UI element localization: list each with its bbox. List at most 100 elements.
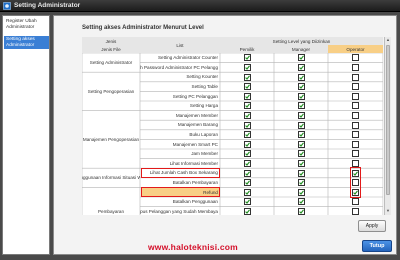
permission-checkbox[interactable] <box>297 207 305 215</box>
checkmark-icon <box>244 94 250 99</box>
operator-checkbox-highlight <box>350 167 361 198</box>
permission-checkbox[interactable] <box>243 198 251 206</box>
checkmark-icon <box>298 151 304 157</box>
access-table: Jenis Jenis File List Setting Level yang… <box>82 37 383 215</box>
checkmark-icon <box>244 142 250 147</box>
table-row-label: Batalkan Pembayaran <box>172 180 218 186</box>
header-level-operator: Operator <box>328 45 383 53</box>
permission-checkbox[interactable] <box>297 179 305 187</box>
permission-checkbox[interactable] <box>243 92 251 100</box>
table-scrollbar[interactable]: ▲ ▼ <box>384 37 391 215</box>
checkmark-icon <box>298 180 304 185</box>
permission-checkbox[interactable] <box>243 188 251 196</box>
permission-checkbox[interactable] <box>243 54 251 62</box>
permission-checkbox[interactable] <box>297 188 305 196</box>
permission-checkbox[interactable] <box>297 92 305 100</box>
checkmark-icon <box>244 84 250 89</box>
permission-checkbox[interactable] <box>243 63 251 71</box>
table-row-label: Setting PC Pelanggan <box>172 93 218 99</box>
header-list: List <box>140 37 220 53</box>
checkmark-icon <box>244 103 250 109</box>
checkmark-icon <box>244 74 250 80</box>
permission-checkbox[interactable] <box>243 131 251 139</box>
permission-checkbox[interactable] <box>243 159 251 167</box>
permission-checkbox[interactable] <box>352 131 359 139</box>
header-jenis-file: Jenis File <box>82 45 140 53</box>
permission-checkbox[interactable] <box>297 131 305 139</box>
checkmark-icon <box>298 65 304 70</box>
window-title: Setting Administrator <box>14 2 81 9</box>
checkmark-icon <box>298 103 304 109</box>
permission-checkbox[interactable] <box>297 121 305 129</box>
header-level-pemilik: Pemilik <box>220 45 274 53</box>
checkmark-icon <box>298 74 304 80</box>
permission-checkbox[interactable] <box>243 150 251 158</box>
refund-row-outline <box>141 187 220 197</box>
group-label: Manajemen Pengoperasian <box>82 136 140 142</box>
apply-button[interactable]: Apply <box>358 220 386 232</box>
checkmark-icon <box>244 170 250 176</box>
watermark-text: www.haloteknisi.com <box>148 242 238 252</box>
table-row-label: hapus Pelanggan yang Sudah Membaya <box>140 208 218 214</box>
table-row-label: Setting Administrator Counter <box>157 55 218 61</box>
checkmark-icon <box>298 132 304 137</box>
permission-checkbox[interactable] <box>352 73 359 81</box>
group-label: anggunaan Informasi Situasi Wa <box>82 175 140 181</box>
scroll-thumb[interactable] <box>386 45 390 195</box>
permission-checkbox[interactable] <box>243 179 251 187</box>
checkmark-icon <box>298 209 304 214</box>
group-label: Setting Administrator <box>89 60 133 66</box>
checkmark-icon <box>298 190 304 195</box>
permission-checkbox[interactable] <box>297 102 305 110</box>
checkmark-icon <box>244 55 250 61</box>
close-button[interactable]: Tutup <box>362 240 392 252</box>
permission-checkbox[interactable] <box>243 73 251 81</box>
header-level-manager: Manager <box>274 45 328 53</box>
permission-checkbox[interactable] <box>297 111 305 119</box>
permission-checkbox[interactable] <box>243 207 251 215</box>
sidebar-item-admin-access[interactable]: Setting akses Administrator <box>4 36 49 50</box>
checkmark-icon <box>244 113 250 118</box>
permission-checkbox[interactable] <box>352 140 359 148</box>
permission-checkbox[interactable] <box>352 92 359 100</box>
permission-checkbox[interactable] <box>352 198 359 206</box>
permission-checkbox[interactable] <box>243 169 251 177</box>
title-bar: Setting Administrator <box>0 0 400 12</box>
permission-checkbox[interactable] <box>297 198 305 206</box>
permission-checkbox[interactable] <box>243 102 251 110</box>
permission-checkbox[interactable] <box>297 83 305 91</box>
permission-checkbox[interactable] <box>297 169 305 177</box>
checkmark-icon <box>298 55 304 61</box>
scroll-down-icon[interactable]: ▼ <box>385 208 391 214</box>
permission-checkbox[interactable] <box>352 111 359 119</box>
checkmark-icon <box>298 161 304 166</box>
permission-checkbox[interactable] <box>243 121 251 129</box>
permission-checkbox[interactable] <box>297 150 305 158</box>
sidebar-item-register-admin[interactable]: Register Ubah Administrator <box>4 18 49 31</box>
permission-checkbox[interactable] <box>297 140 305 148</box>
checkmark-icon <box>244 122 250 128</box>
permission-checkbox[interactable] <box>352 83 359 91</box>
scroll-up-icon[interactable]: ▲ <box>385 37 391 43</box>
permission-checkbox[interactable] <box>243 83 251 91</box>
permission-checkbox[interactable] <box>352 102 359 110</box>
permission-checkbox[interactable] <box>352 121 359 129</box>
permission-checkbox[interactable] <box>352 63 359 71</box>
permission-checkbox[interactable] <box>297 54 305 62</box>
permission-checkbox[interactable] <box>297 63 305 71</box>
permission-checkbox[interactable] <box>352 159 359 167</box>
table-row-label: Buku Laporan <box>189 132 218 138</box>
permission-checkbox[interactable] <box>297 73 305 81</box>
permission-checkbox[interactable] <box>352 150 359 158</box>
checkmark-icon <box>244 132 250 137</box>
checkmark-icon <box>298 113 304 118</box>
permission-checkbox[interactable] <box>243 111 251 119</box>
permission-checkbox[interactable] <box>297 159 305 167</box>
checkmark-icon <box>298 122 304 128</box>
sidebar: Register Ubah Administrator Setting akse… <box>2 15 50 255</box>
permission-checkbox[interactable] <box>243 140 251 148</box>
permission-checkbox[interactable] <box>352 54 359 62</box>
table-row-label: Manajemen Member <box>175 112 218 118</box>
header-jenis: Jenis <box>82 37 140 45</box>
permission-checkbox[interactable] <box>352 207 359 215</box>
